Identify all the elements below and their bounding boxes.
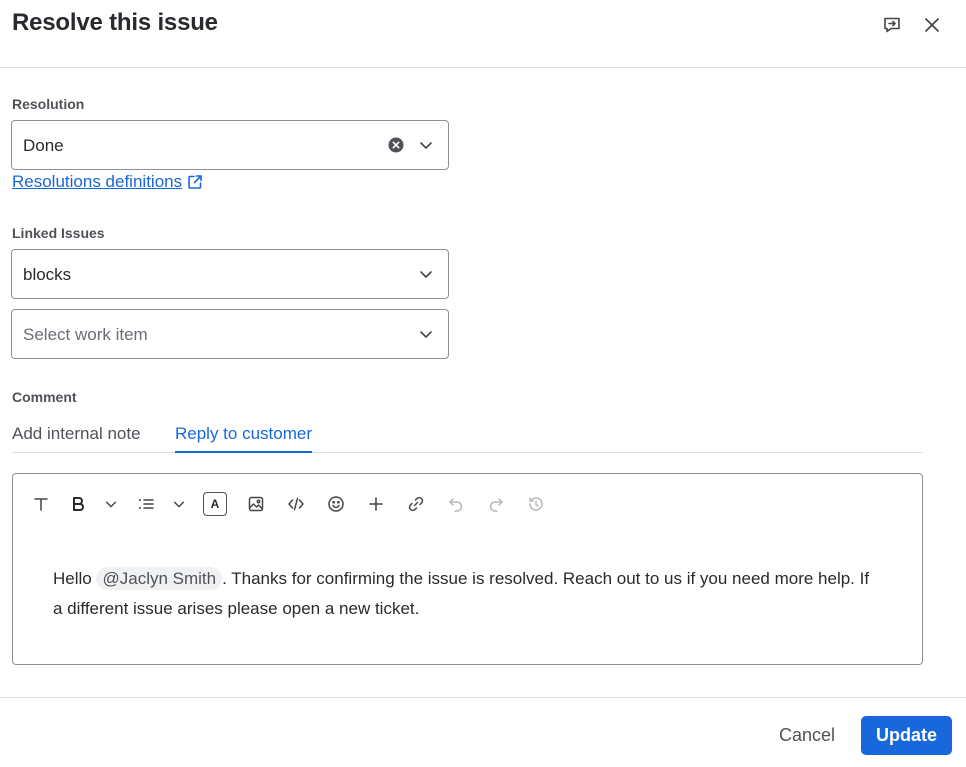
more-formatting-button[interactable] [99,492,123,516]
emoji-icon [328,496,344,512]
list-options-button[interactable] [167,492,191,516]
user-mention[interactable]: @Jaclyn Smith [96,567,223,590]
bold-icon [73,497,84,511]
link-icon [408,496,424,512]
bullet-list-button[interactable] [134,492,158,516]
chevron-down-icon [173,501,185,508]
close-icon [925,18,939,32]
plus-icon [369,497,383,511]
history-icon [529,497,543,511]
text-color-button[interactable]: A [203,492,227,516]
linked-issues-label: Linked Issues [12,225,105,241]
resolution-select[interactable]: Done [11,120,449,170]
image-button[interactable] [244,492,268,516]
resolutions-definitions-link[interactable]: Resolutions definitions [12,172,204,192]
work-item-placeholder: Select work item [23,325,148,344]
link-button[interactable] [404,492,428,516]
bold-button[interactable] [66,492,90,516]
text-style-icon [34,498,48,511]
comment-label: Comment [12,389,77,405]
tab-reply-to-customer[interactable]: Reply to customer [175,424,312,453]
emoji-button[interactable] [324,492,348,516]
history-button[interactable] [524,492,548,516]
redo-icon [489,498,503,512]
chevron-down-icon [420,331,432,338]
external-link-icon [188,175,202,189]
dialog-header: Resolve this issue [0,0,966,68]
footer-divider [0,697,966,698]
comment-tabs: Add internal note Reply to customer [12,420,923,453]
text-color-icon: A [203,492,227,516]
link-type-select[interactable]: blocks [11,249,449,299]
work-item-select[interactable]: Select work item [11,309,449,359]
feedback-button[interactable] [877,10,907,40]
chevron-down-icon [420,142,432,149]
text-style-button[interactable] [29,492,53,516]
close-button[interactable] [917,10,947,40]
code-button[interactable] [284,492,308,516]
chevron-down-icon [105,501,117,508]
comment-body[interactable]: Hello @Jaclyn Smith. Thanks for confirmi… [53,564,873,624]
resolution-label: Resolution [12,96,85,112]
image-icon [248,496,264,512]
chevron-down-icon [420,271,432,278]
resolutions-definitions-label: Resolutions definitions [12,172,183,191]
link-type-value: blocks [23,265,72,284]
comment-editor[interactable]: A Hello @Jaclyn Smith. Thanks for confir… [12,473,923,665]
insert-button[interactable] [364,492,388,516]
feedback-icon [884,17,900,33]
update-button[interactable]: Update [861,716,952,755]
bullet-list-icon [139,499,154,509]
cancel-button[interactable]: Cancel [766,716,848,754]
code-icon [288,497,304,511]
undo-icon [449,498,463,512]
redo-button[interactable] [484,492,508,516]
comment-greeting: Hello [53,569,92,588]
dialog-title: Resolve this issue [12,9,218,36]
clear-icon[interactable] [388,137,404,153]
tab-add-internal-note[interactable]: Add internal note [12,424,141,453]
resolution-value: Done [23,136,64,155]
undo-button[interactable] [444,492,468,516]
